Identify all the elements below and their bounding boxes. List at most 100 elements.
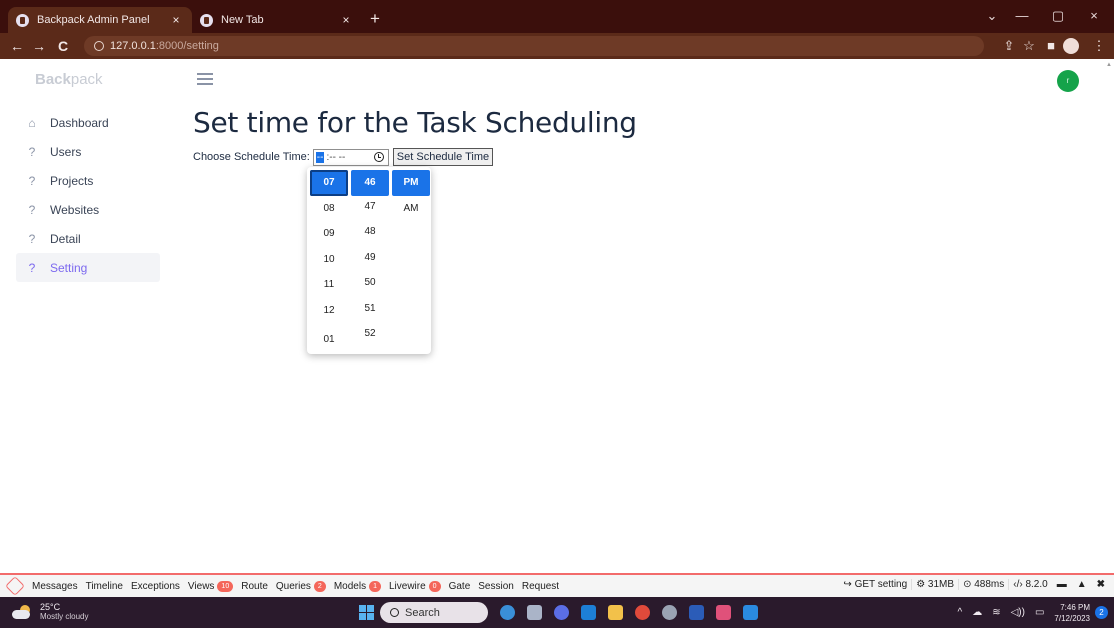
address-bar[interactable]: 127.0.0.1:8000/setting <box>84 36 984 56</box>
minimize-icon[interactable]: — <box>1010 8 1034 23</box>
tab-close-icon[interactable]: × <box>168 13 184 27</box>
tab-backpack-admin[interactable]: Backpack Admin Panel × <box>8 7 192 33</box>
app-icon[interactable] <box>716 605 731 620</box>
bookmark-star-icon[interactable]: ☆ <box>1020 37 1038 55</box>
time-indicator[interactable]: ⊙ 488ms <box>958 579 1008 590</box>
hour-option[interactable]: 01 <box>310 327 348 353</box>
weather-desc: Mostly cloudy <box>40 612 89 621</box>
debugbar-tab-timeline[interactable]: Timeline <box>82 581 127 592</box>
scrollbar-up-arrow-icon[interactable]: ▲ <box>1106 62 1112 68</box>
sidebar-item-setting[interactable]: ? Setting <box>16 253 160 282</box>
time-picker-dropdown: 07 08 09 10 11 12 01 46 47 48 49 50 51 5… <box>307 167 431 354</box>
file-explorer-icon[interactable] <box>608 605 623 620</box>
task-view-icon[interactable] <box>527 605 542 620</box>
expand-icon[interactable]: ▲ <box>1072 579 1092 590</box>
minute-option[interactable]: 46 <box>351 170 389 196</box>
sidebar-item-projects[interactable]: ? Projects <box>16 166 160 195</box>
debugbar-tab-request[interactable]: Request <box>518 581 563 592</box>
ampm-option[interactable]: AM <box>392 196 430 222</box>
reload-icon[interactable]: C <box>54 37 72 55</box>
restore-icon[interactable]: ▢ <box>1046 8 1070 24</box>
side-panel-icon[interactable]: ■ <box>1042 37 1060 55</box>
minute-option[interactable]: 49 <box>351 245 389 271</box>
tray-chevron-icon[interactable]: ^ <box>958 607 963 618</box>
sidebar-item-label: Setting <box>50 260 88 275</box>
browser-menu-icon[interactable]: ⋮ <box>1090 37 1108 55</box>
hour-option[interactable]: 08 <box>310 196 348 222</box>
brand-logo[interactable]: Backpack <box>35 71 103 88</box>
sidebar-toggle-icon[interactable] <box>197 73 213 85</box>
sidebar: ⌂ Dashboard ? Users ? Projects ? Website… <box>16 108 160 282</box>
debugbar-tab-exceptions[interactable]: Exceptions <box>127 581 184 592</box>
debugbar-close-icon[interactable]: ✖ <box>1092 579 1110 590</box>
debugbar-tab-models[interactable]: Models 1 <box>330 580 385 592</box>
schedule-time-input[interactable]: -- :-- -- <box>312 148 389 166</box>
clock-icon[interactable] <box>373 152 384 162</box>
taskbar-clock[interactable]: 7:46 PM 7/12/2023 <box>1054 602 1090 624</box>
hour-option[interactable]: 12 <box>310 298 348 324</box>
hour-option[interactable]: 10 <box>310 247 348 273</box>
weather-widget[interactable]: 25°C Mostly cloudy <box>12 602 88 622</box>
php-version-indicator[interactable]: ‹/› 8.2.0 <box>1008 579 1051 590</box>
notification-badge[interactable]: 2 <box>1095 606 1108 619</box>
tab-search-icon[interactable]: ⌄ <box>980 8 1004 24</box>
tab-close-icon[interactable]: × <box>338 13 354 27</box>
hour-option[interactable]: 07 <box>310 170 348 196</box>
debugbar-tab-messages[interactable]: Messages <box>28 581 82 592</box>
debugbar-tab-session[interactable]: Session <box>474 581 518 592</box>
hour-option[interactable]: 11 <box>310 272 348 298</box>
browser-favicon-icon <box>16 13 29 27</box>
debugbar-tab-gate[interactable]: Gate <box>445 581 475 592</box>
forward-icon[interactable]: → <box>30 37 48 55</box>
chat-icon[interactable] <box>554 605 569 620</box>
debugbar-tab-livewire[interactable]: Livewire 0 <box>385 580 445 592</box>
open-folder-icon[interactable]: ▬ <box>1052 579 1072 590</box>
vscode-icon[interactable] <box>743 605 758 620</box>
site-info-icon[interactable] <box>94 41 104 51</box>
sidebar-item-detail[interactable]: ? Detail <box>16 224 160 253</box>
settings-gear-icon[interactable] <box>662 605 677 620</box>
weather-temp: 25°C <box>40 602 61 612</box>
minute-option[interactable]: 52 <box>351 321 389 347</box>
chrome-icon[interactable] <box>635 605 650 620</box>
debugbar-tab-label: Request <box>521 580 560 592</box>
memory-indicator[interactable]: ⚙ 31MB <box>911 579 958 590</box>
taskbar-search[interactable]: Search <box>380 602 488 623</box>
count-badge: 0 <box>428 580 441 592</box>
minute-option[interactable]: 51 <box>351 296 389 322</box>
count-badge: 1 <box>369 580 381 592</box>
question-icon: ? <box>28 173 36 188</box>
skype-icon[interactable] <box>581 605 596 620</box>
sidebar-item-websites[interactable]: ? Websites <box>16 195 160 224</box>
volume-icon[interactable]: ◁)) <box>1011 607 1025 618</box>
bing-icon[interactable] <box>500 605 515 620</box>
window-close-icon[interactable]: × <box>1082 8 1106 23</box>
tab-new-tab[interactable]: New Tab × <box>192 7 362 33</box>
battery-icon[interactable]: ▭ <box>1035 607 1044 618</box>
ampm-column: PM AM <box>392 170 430 221</box>
minute-option[interactable]: 50 <box>351 270 389 296</box>
windows-start-icon[interactable] <box>359 605 374 620</box>
route-indicator[interactable]: ↪ GET setting <box>839 579 911 590</box>
minute-option[interactable]: 48 <box>351 219 389 245</box>
sidebar-item-users[interactable]: ? Users <box>16 137 160 166</box>
user-avatar[interactable]: r <box>1057 70 1079 92</box>
debugbar-tab-route[interactable]: Route <box>237 581 272 592</box>
time-hour-segment[interactable]: -- <box>315 151 325 163</box>
onedrive-icon[interactable]: ☁ <box>972 607 982 618</box>
time-rest-segment[interactable]: :-- -- <box>326 152 373 163</box>
ampm-option[interactable]: PM <box>392 170 430 196</box>
share-icon[interactable]: ⇪ <box>1000 37 1018 55</box>
minute-option[interactable]: 47 <box>351 194 389 220</box>
debugbar-tab-queries[interactable]: Queries 2 <box>272 580 330 592</box>
debugbar-tab-views[interactable]: Views 10 <box>184 580 237 592</box>
word-icon[interactable] <box>689 605 704 620</box>
profile-avatar[interactable] <box>1063 38 1079 54</box>
new-tab-button[interactable]: + <box>370 9 380 29</box>
back-icon[interactable]: ← <box>8 37 26 55</box>
network-icon[interactable]: ≋ <box>992 607 1000 618</box>
set-schedule-time-button[interactable]: Set Schedule Time <box>392 148 494 166</box>
laravel-logo-icon[interactable] <box>5 576 25 596</box>
hour-option[interactable]: 09 <box>310 221 348 247</box>
sidebar-item-dashboard[interactable]: ⌂ Dashboard <box>16 108 160 137</box>
